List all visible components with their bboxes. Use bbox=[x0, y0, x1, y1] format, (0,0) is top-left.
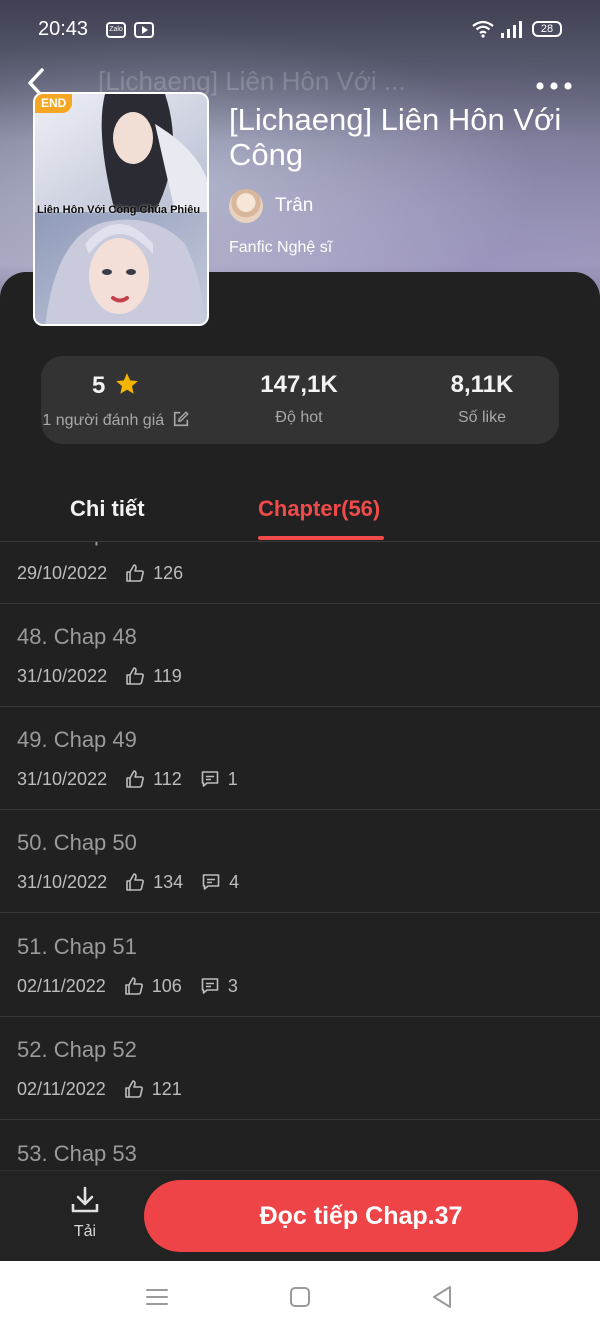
recent-apps-icon[interactable] bbox=[143, 1283, 171, 1311]
battery-indicator: 28 bbox=[532, 21, 562, 37]
chapter-comments: 4 bbox=[229, 871, 240, 892]
hot-label: Độ hot bbox=[275, 409, 323, 426]
like-value: 8,11K bbox=[450, 371, 514, 398]
chapter-title: 49. Chap 49 bbox=[17, 727, 137, 752]
chapter-likes: 119 bbox=[153, 665, 182, 686]
chapter-likes: 121 bbox=[151, 1078, 182, 1099]
chapter-likes: 126 bbox=[153, 562, 184, 583]
author-name: Trân bbox=[275, 195, 314, 216]
tab-bar: Chi tiết Chapter(56) bbox=[0, 484, 600, 542]
chapter-row[interactable]: 51. Chap 51 02/11/2022 106 3 bbox=[0, 914, 600, 1017]
status-bar: 20:43 Zalo 28 bbox=[0, 0, 600, 60]
chapter-list[interactable]: 47. Chap 47 29/10/2022 126 48. Chap 48 31/10… bbox=[0, 542, 600, 1178]
chapter-meta: 31/10/2022 119 bbox=[17, 664, 182, 688]
chapter-row[interactable]: 49. Chap 49 31/10/2022 112 1 bbox=[0, 707, 600, 810]
chapter-meta: 02/11/2022 121 bbox=[17, 1077, 182, 1101]
thumbs-up-icon bbox=[126, 667, 144, 685]
chapter-row[interactable]: 48. Chap 48 31/10/2022 119 bbox=[0, 604, 600, 707]
chapter-meta: 02/11/2022 106 3 bbox=[17, 974, 238, 998]
chapter-date: 29/10/2022 bbox=[17, 562, 108, 583]
hot-stat: 147,1K Độ hot bbox=[224, 356, 374, 444]
chapter-date: 31/10/2022 bbox=[17, 665, 108, 686]
comment-icon bbox=[201, 978, 219, 994]
system-nav-bar bbox=[0, 1261, 600, 1333]
chapter-comments: 1 bbox=[227, 768, 238, 789]
chapter-title: 52. Chap 52 bbox=[17, 1037, 137, 1062]
cover-caption: Liên Hôn Với Công Chúa Phiêu bbox=[37, 204, 201, 216]
book-title: [Lichaeng] Liên Hôn Với Công bbox=[229, 102, 562, 172]
book-category[interactable]: Fanfic Nghệ sĩ bbox=[229, 239, 332, 257]
chapter-meta: 31/10/2022 112 1 bbox=[17, 767, 238, 791]
hot-value: 147,1K bbox=[260, 371, 338, 398]
active-tab-indicator bbox=[258, 536, 384, 540]
chapter-title: 51. Chap 51 bbox=[17, 934, 137, 959]
chapter-row[interactable]: 52. Chap 52 02/11/2022 121 bbox=[0, 1017, 600, 1120]
signal-icon bbox=[501, 21, 522, 38]
chapter-likes: 134 bbox=[153, 871, 184, 892]
home-icon[interactable] bbox=[286, 1283, 314, 1311]
chapter-row[interactable]: 50. Chap 50 31/10/2022 134 4 bbox=[0, 810, 600, 913]
more-dots-icon[interactable] bbox=[534, 76, 574, 96]
chapter-date: 02/11/2022 bbox=[17, 1078, 106, 1099]
chapter-row[interactable]: 47. Chap 47 29/10/2022 126 bbox=[0, 542, 600, 604]
system-back-icon[interactable] bbox=[428, 1283, 456, 1311]
tab-chapter[interactable]: Chapter(56) bbox=[258, 496, 380, 522]
edit-icon[interactable] bbox=[172, 410, 190, 428]
star-icon bbox=[116, 373, 138, 394]
chapter-likes: 106 bbox=[151, 975, 182, 996]
chapter-title: 48. Chap 48 bbox=[17, 624, 137, 649]
youtube-icon bbox=[134, 22, 154, 38]
comment-icon bbox=[201, 771, 219, 787]
thumbs-up-icon bbox=[126, 770, 144, 788]
chapter-meta: 29/10/2022 126 bbox=[17, 561, 183, 585]
download-icon bbox=[71, 1186, 99, 1213]
rating-value: 5 bbox=[91, 372, 106, 399]
chapter-date: 31/10/2022 bbox=[17, 768, 108, 789]
bottom-action-bar: Tải Đọc tiếp Chap.37 bbox=[0, 1170, 600, 1261]
download-label: Tải bbox=[73, 1223, 97, 1240]
chapter-likes: 112 bbox=[153, 768, 182, 789]
zalo-icon: Zalo bbox=[106, 22, 126, 38]
chapter-meta: 31/10/2022 134 4 bbox=[17, 870, 239, 894]
chapter-title: 47. Chap 47 bbox=[17, 542, 137, 547]
tab-detail[interactable]: Chi tiết bbox=[70, 496, 145, 522]
download-button[interactable]: Tải bbox=[60, 1185, 110, 1255]
book-cover[interactable]: Liên Hôn Với Công Chúa Phiêu END bbox=[33, 92, 209, 326]
author-row[interactable]: Trân bbox=[229, 188, 313, 224]
wifi-icon bbox=[472, 20, 494, 38]
comment-icon bbox=[202, 874, 220, 890]
thumbs-up-icon bbox=[126, 564, 144, 582]
thumbs-up-icon bbox=[124, 1080, 143, 1098]
like-label: Số like bbox=[457, 409, 507, 426]
status-time: 20:43 bbox=[38, 18, 89, 40]
status-badge: END bbox=[35, 94, 73, 113]
stats-card: 5 1 người đánh giá 147,1K Độ hot 8,11K S… bbox=[41, 356, 559, 444]
thumbs-up-icon bbox=[126, 873, 144, 891]
chapter-title: 50. Chap 50 bbox=[17, 830, 137, 855]
chapter-date: 31/10/2022 bbox=[17, 871, 108, 892]
avatar bbox=[229, 189, 263, 223]
continue-reading-button[interactable]: Đọc tiếp Chap.37 bbox=[144, 1180, 578, 1252]
chapter-title: 53. Chap 53 bbox=[17, 1141, 137, 1166]
like-stat: 8,11K Số like bbox=[407, 356, 557, 444]
thumbs-up-icon bbox=[124, 977, 143, 995]
chapter-date: 02/11/2022 bbox=[17, 975, 106, 996]
chapter-comments: 3 bbox=[227, 975, 238, 996]
rating-stat[interactable]: 5 1 người đánh giá bbox=[41, 356, 191, 444]
rating-count-label: 1 người đánh giá bbox=[42, 412, 165, 429]
